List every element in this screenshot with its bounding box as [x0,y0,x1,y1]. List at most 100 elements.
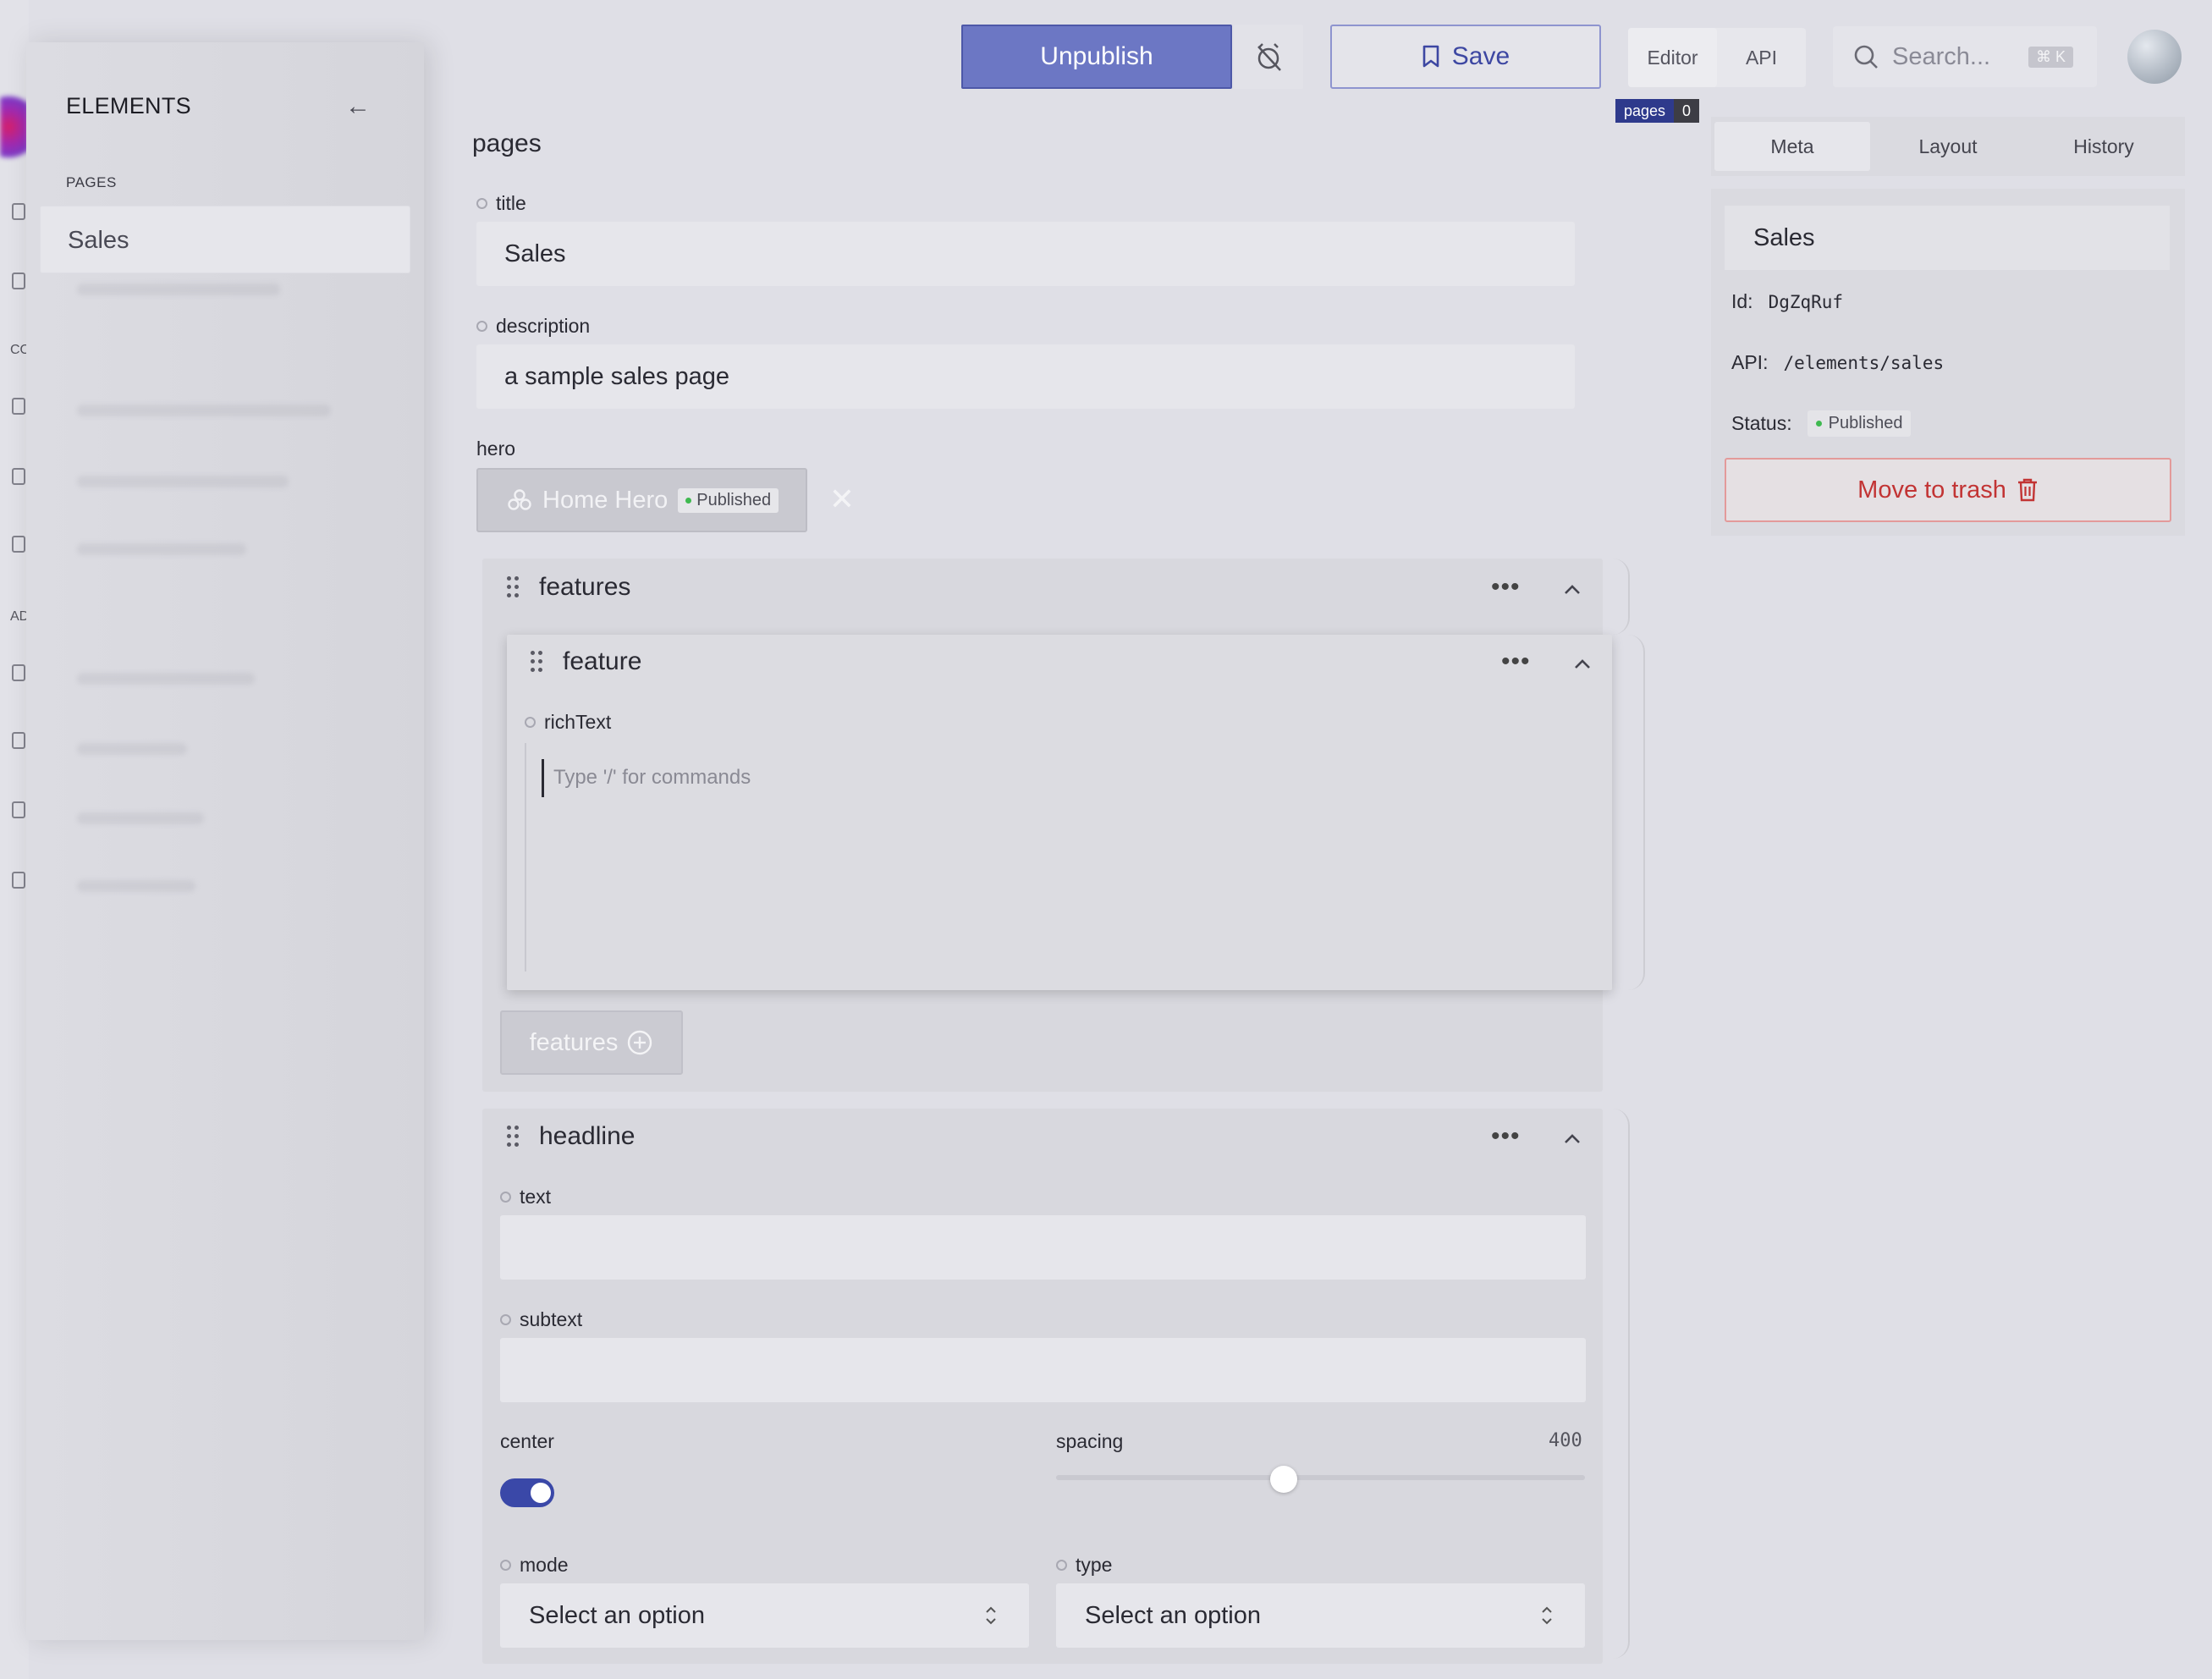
unpublish-button[interactable]: Unpublish [961,25,1232,89]
rail-icon-circle[interactable] [12,536,25,553]
rich-text-placeholder: Type '/' for commands [553,766,751,789]
hero-status-text: Published [696,490,772,509]
search-box[interactable]: Search... ⌘ K [1833,26,2097,87]
rail-icon-image[interactable] [12,801,25,818]
rail-icon-layers[interactable] [12,468,25,485]
elements-drawer: ELEMENTS ← PAGES Sales [26,42,424,1640]
mode-select[interactable]: Select an option [500,1583,1029,1648]
headline-title: headline [539,1122,636,1150]
field-dot-icon [1056,1560,1067,1571]
drawer-section-label: PAGES [66,174,117,190]
spacing-slider-handle[interactable] [1269,1466,1297,1493]
tab-layout[interactable]: Layout [1870,122,2026,171]
search-shortcut: ⌘ K [2028,46,2073,68]
subtext-label: subtext [500,1308,582,1331]
drag-handle-icon[interactable] [531,651,542,673]
field-dot-icon [476,321,487,332]
drag-handle-icon[interactable] [507,1126,519,1148]
richtext-label-text: richText [544,711,612,733]
meta-tabs: Meta Layout History [1711,117,2185,176]
type-select-value: Select an option [1085,1601,1261,1629]
back-arrow-icon[interactable]: ← [341,91,375,122]
mode-label: mode [500,1554,569,1577]
pages-badge: pages 0 [1615,99,1700,123]
rail-icon-user[interactable] [12,732,25,749]
meta-card: Sales Id: DgZqRuf API: /elements/sales S… [1711,189,2185,536]
status-badge: Published [1807,410,1912,437]
subtext-label-text: subtext [520,1308,583,1330]
features-header: features [507,573,630,602]
title-label: title [476,192,526,215]
chevron-up-icon[interactable] [1555,576,1589,602]
type-select[interactable]: Select an option [1056,1583,1585,1648]
mode-tabs: Editor API [1628,28,1806,87]
tab-history[interactable]: History [2026,122,2182,171]
meta-status-value: Published [1828,414,1903,432]
feature-header: feature [531,647,641,676]
chevron-up-icon[interactable] [1565,651,1599,676]
search-placeholder: Search... [1892,42,1991,70]
hero-chip-label: Home Hero [542,486,669,514]
spacing-slider-track[interactable] [1056,1475,1585,1480]
more-options-icon[interactable]: ••• [1501,649,1531,674]
blurred-line [77,405,331,416]
select-arrows-icon [1542,1606,1552,1625]
alarm-off-icon [1257,43,1281,71]
app-logo [0,89,29,165]
bookmark-icon [1422,45,1439,68]
hero-reference-chip[interactable]: Home Hero Published [476,468,807,532]
rail-icon-components[interactable] [12,203,25,220]
spacing-label: spacing [1056,1430,1124,1452]
text-caret [542,759,544,797]
meta-status-label: Status: [1731,412,1792,434]
drag-handle-icon[interactable] [507,576,519,598]
chevron-up-icon[interactable] [1555,1126,1589,1151]
title-field[interactable]: Sales [476,222,1575,286]
center-label: center [500,1430,554,1452]
save-button[interactable]: Save [1330,25,1601,89]
meta-status-row: Status: Published [1731,410,1912,437]
spacing-value: 400 [1549,1430,1582,1451]
headline-header: headline [507,1122,635,1151]
panel-bracket [1599,559,1630,635]
description-label-text: description [496,315,591,337]
drawer-item-sales[interactable]: Sales [40,206,410,273]
page-title: pages [472,129,542,157]
meta-api-label: API: [1731,351,1769,373]
move-to-trash-button[interactable]: Move to trash [1725,458,2171,522]
schedule-button[interactable] [1234,25,1303,89]
description-field[interactable]: a sample sales page [476,344,1575,409]
more-options-icon[interactable]: ••• [1491,1124,1521,1149]
text-label: text [500,1186,551,1208]
trash-label: Move to trash [1857,476,2006,504]
meta-api-row: API: /elements/sales [1731,351,1944,374]
meta-title: Sales [1725,206,2170,270]
published-dot-icon [685,497,692,504]
headline-subtext-field[interactable] [500,1338,1586,1402]
blurred-line [77,880,195,892]
description-label: description [476,315,590,338]
blurred-line [77,673,255,685]
panel-bracket [1599,1109,1630,1659]
meta-api-value: /elements/sales [1783,352,1945,373]
center-toggle[interactable] [500,1478,554,1507]
tab-api[interactable]: API [1717,28,1806,87]
tab-meta[interactable]: Meta [1714,122,1870,171]
rail-icon-stack[interactable] [12,664,25,681]
search-icon [1854,45,1878,69]
rail-icon-docs[interactable] [12,272,25,289]
add-features-button[interactable]: features [500,1010,683,1075]
toggle-knob [531,1483,551,1503]
headline-text-field[interactable] [500,1215,1586,1280]
close-icon[interactable]: ✕ [825,482,859,516]
hero-label: hero [476,438,516,460]
drawer-title: ELEMENTS [66,93,191,118]
avatar[interactable] [2127,30,2182,84]
field-dot-icon [476,198,487,209]
meta-id-label: Id: [1731,290,1753,312]
more-options-icon[interactable]: ••• [1491,575,1521,600]
rail-icon-link[interactable] [12,872,25,889]
tab-editor[interactable]: Editor [1628,28,1717,87]
trash-icon [2017,478,2037,502]
rail-icon-elements[interactable] [12,398,25,415]
